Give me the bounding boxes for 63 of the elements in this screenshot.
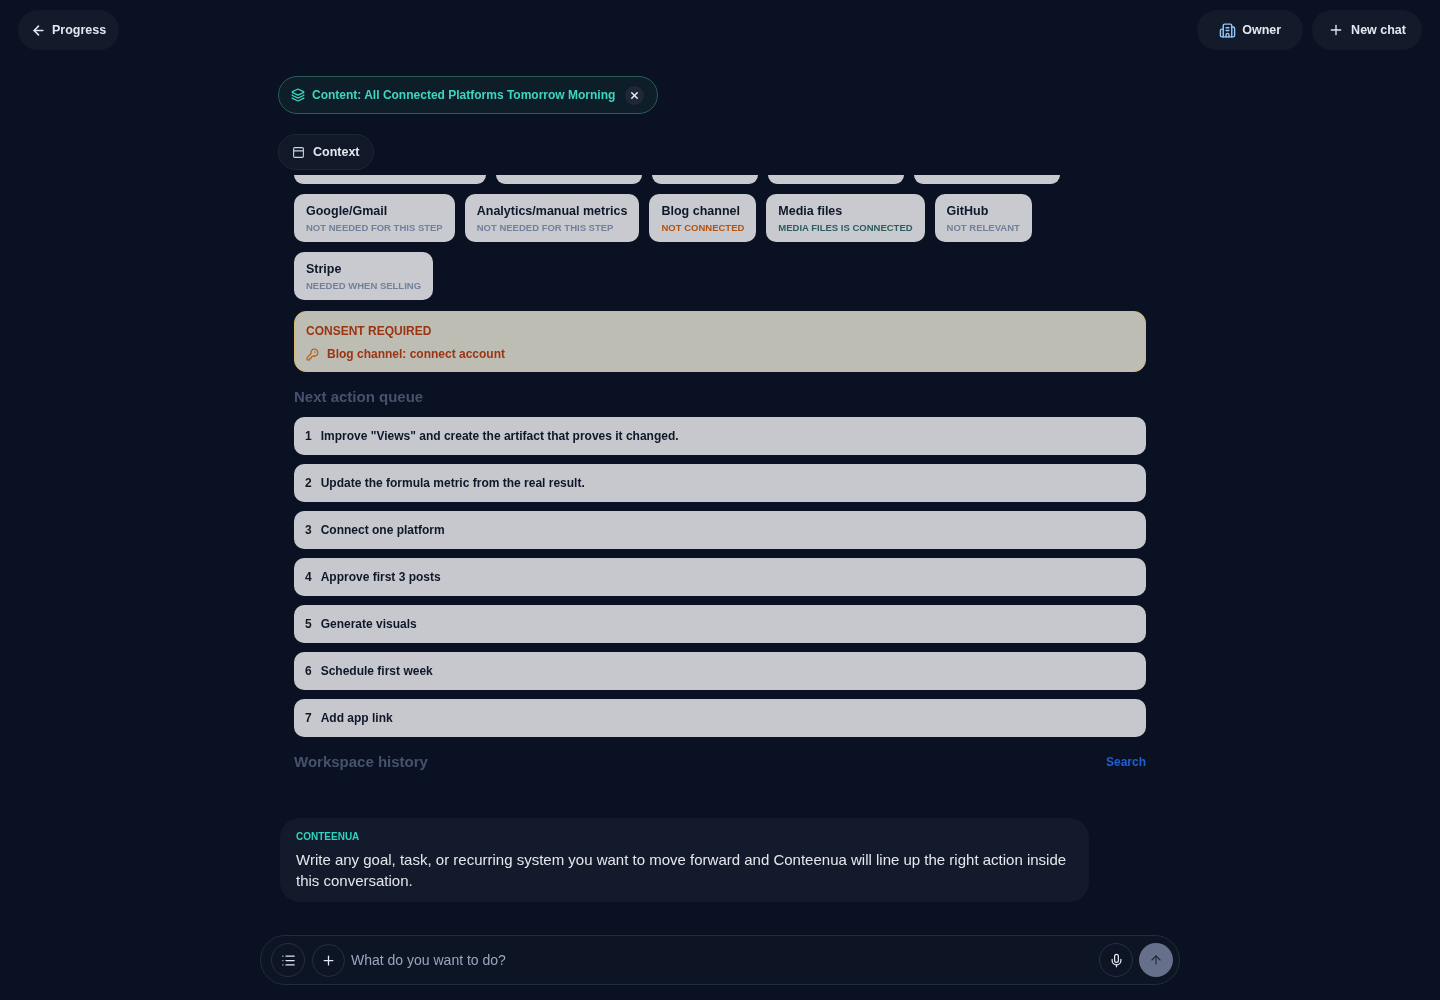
key-icon [306,347,319,361]
queue-text: Connect one platform [320,522,445,539]
platform-status: NOT CONNECTED [661,221,745,234]
platform-card[interactable]: Media files MEDIA FILES IS CONNECTED [766,194,925,242]
sender-label: CONTEENUA [296,831,360,843]
consent-title: CONSENT REQUIRED [306,324,432,338]
queue-number: 2 [305,475,312,492]
queue-item[interactable]: 4 Approve first 3 posts [294,558,1146,596]
platform-card[interactable]: Blog channel NOT CONNECTED [649,194,757,242]
platform-name: Google/Gmail [306,203,389,219]
queue-text: Update the formula metric from the real result. [320,475,585,492]
platform-status: NEEDED WHEN SELLING [306,279,422,292]
queue-item[interactable]: 1 Improve "Views" and create the artifact that proves it changed. [294,417,1146,455]
platform-name: GitHub [946,203,990,219]
topic-label: Content: All Connected Platforms Tomorrow Morning [312,87,616,104]
platform-status: NOT NEEDED FOR THIS STEP [306,221,443,234]
layers-icon [291,88,305,102]
queue-item[interactable]: 7 Add app link [294,699,1146,737]
new-chat-button[interactable]: New chat [1312,10,1422,50]
queue-number: 5 [305,616,312,633]
panel-icon [292,145,305,159]
queue-text: Approve first 3 posts [320,569,441,586]
platform-name: Media files [778,203,844,219]
queue-text: Improve "Views" and create the artifact that proves it changed. [320,428,679,445]
list-icon [280,952,296,968]
queue-item[interactable]: 5 Generate visuals [294,605,1146,643]
queue-item[interactable]: 3 Connect one platform [294,511,1146,549]
queue-item[interactable]: 2 Update the formula metric from the real result. [294,464,1146,502]
owner-button[interactable]: Owner [1197,10,1304,50]
queue-number: 6 [305,663,312,680]
plus-icon [321,952,336,968]
queue-number: 1 [305,428,312,445]
history-heading: Workspace history [294,752,428,772]
platform-status: MEDIA FILES IS CONNECTED [778,221,913,234]
platform-card[interactable]: Analytics/manual metrics NOT NEEDED FOR THIS STEP [464,194,640,242]
consent-item[interactable]: Blog channel: connect account [327,347,506,361]
back-button[interactable]: Progress [18,10,120,50]
composer-bar[interactable]: What do you want to do? [260,935,1180,985]
platform-name: Stripe [306,261,343,277]
platform-name: Blog channel [661,203,741,219]
queue-heading: Next action queue [294,387,424,407]
platform-status: NOT RELEVANT [946,221,1020,234]
context-button[interactable]: Context [278,134,374,170]
queue-number: 3 [305,522,312,539]
building-icon [1219,21,1237,39]
platform-card[interactable]: Stripe NEEDED WHEN SELLING [294,252,434,300]
platform-status: NOT NEEDED FOR THIS STEP [476,221,615,234]
message-text: Write any goal, task, or recurring system you want to move forward and Conteenua will line up the right action inside this conversation. [296,850,1068,891]
platform-card[interactable]: Google/Gmail NOT NEEDED FOR THIS STEP [294,194,455,242]
message-input[interactable]: What do you want to do? [351,949,1099,971]
close-button[interactable] [625,85,645,105]
platform-card[interactable]: GitHub NOT RELEVANT [934,194,1032,242]
queue-text: Schedule first week [320,663,433,680]
queue-text: Add app link [320,710,393,727]
mic-icon [1108,952,1124,968]
queue-item[interactable]: 6 Schedule first week [294,652,1146,690]
platform-name: Analytics/manual metrics [476,203,628,219]
arrow-up-icon [1149,953,1163,967]
queue-number: 7 [305,710,312,727]
queue-text: Generate visuals [320,616,417,633]
send-button[interactable] [1139,943,1173,977]
queue-number: 4 [305,569,312,586]
close-icon [629,89,641,101]
